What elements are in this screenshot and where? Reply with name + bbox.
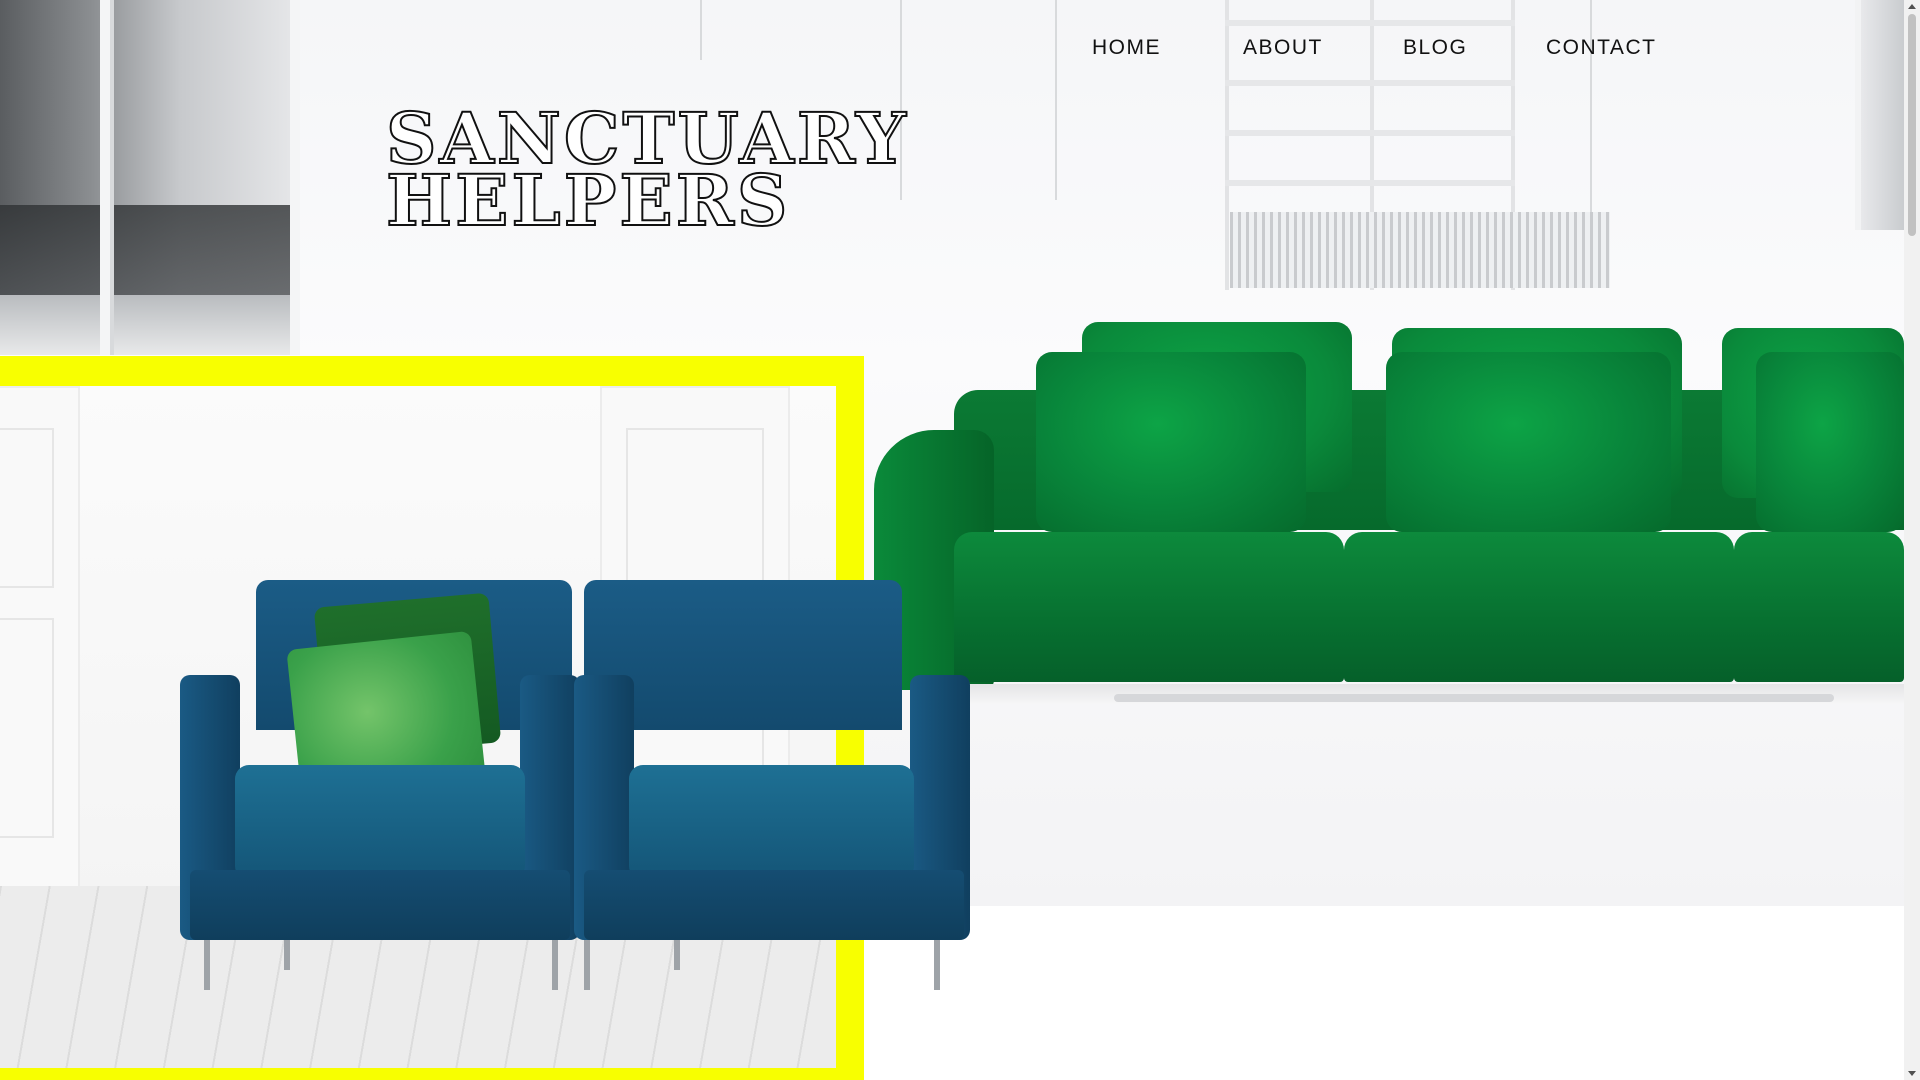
scroll-down-arrow-icon[interactable] xyxy=(1908,1071,1916,1076)
page-scrollbar[interactable] xyxy=(1904,0,1920,1080)
nav-blog-link[interactable]: BLOG xyxy=(1403,36,1467,60)
scroll-up-arrow-icon[interactable] xyxy=(1908,4,1916,9)
scrollbar-thumb[interactable] xyxy=(1908,14,1916,236)
site-logo[interactable]: SANCTUARY HELPERS xyxy=(385,103,907,237)
green-sofa-image xyxy=(874,322,1904,752)
window-image xyxy=(1855,0,1904,230)
nav-about-link[interactable]: ABOUT xyxy=(1243,36,1323,60)
nav-home-link[interactable]: HOME xyxy=(1092,36,1161,60)
nav-contact-link[interactable]: CONTACT xyxy=(1546,36,1656,60)
glass-door-image xyxy=(0,0,300,355)
blue-armchair-right-image xyxy=(574,580,974,990)
blue-armchair-left-image xyxy=(180,580,580,990)
